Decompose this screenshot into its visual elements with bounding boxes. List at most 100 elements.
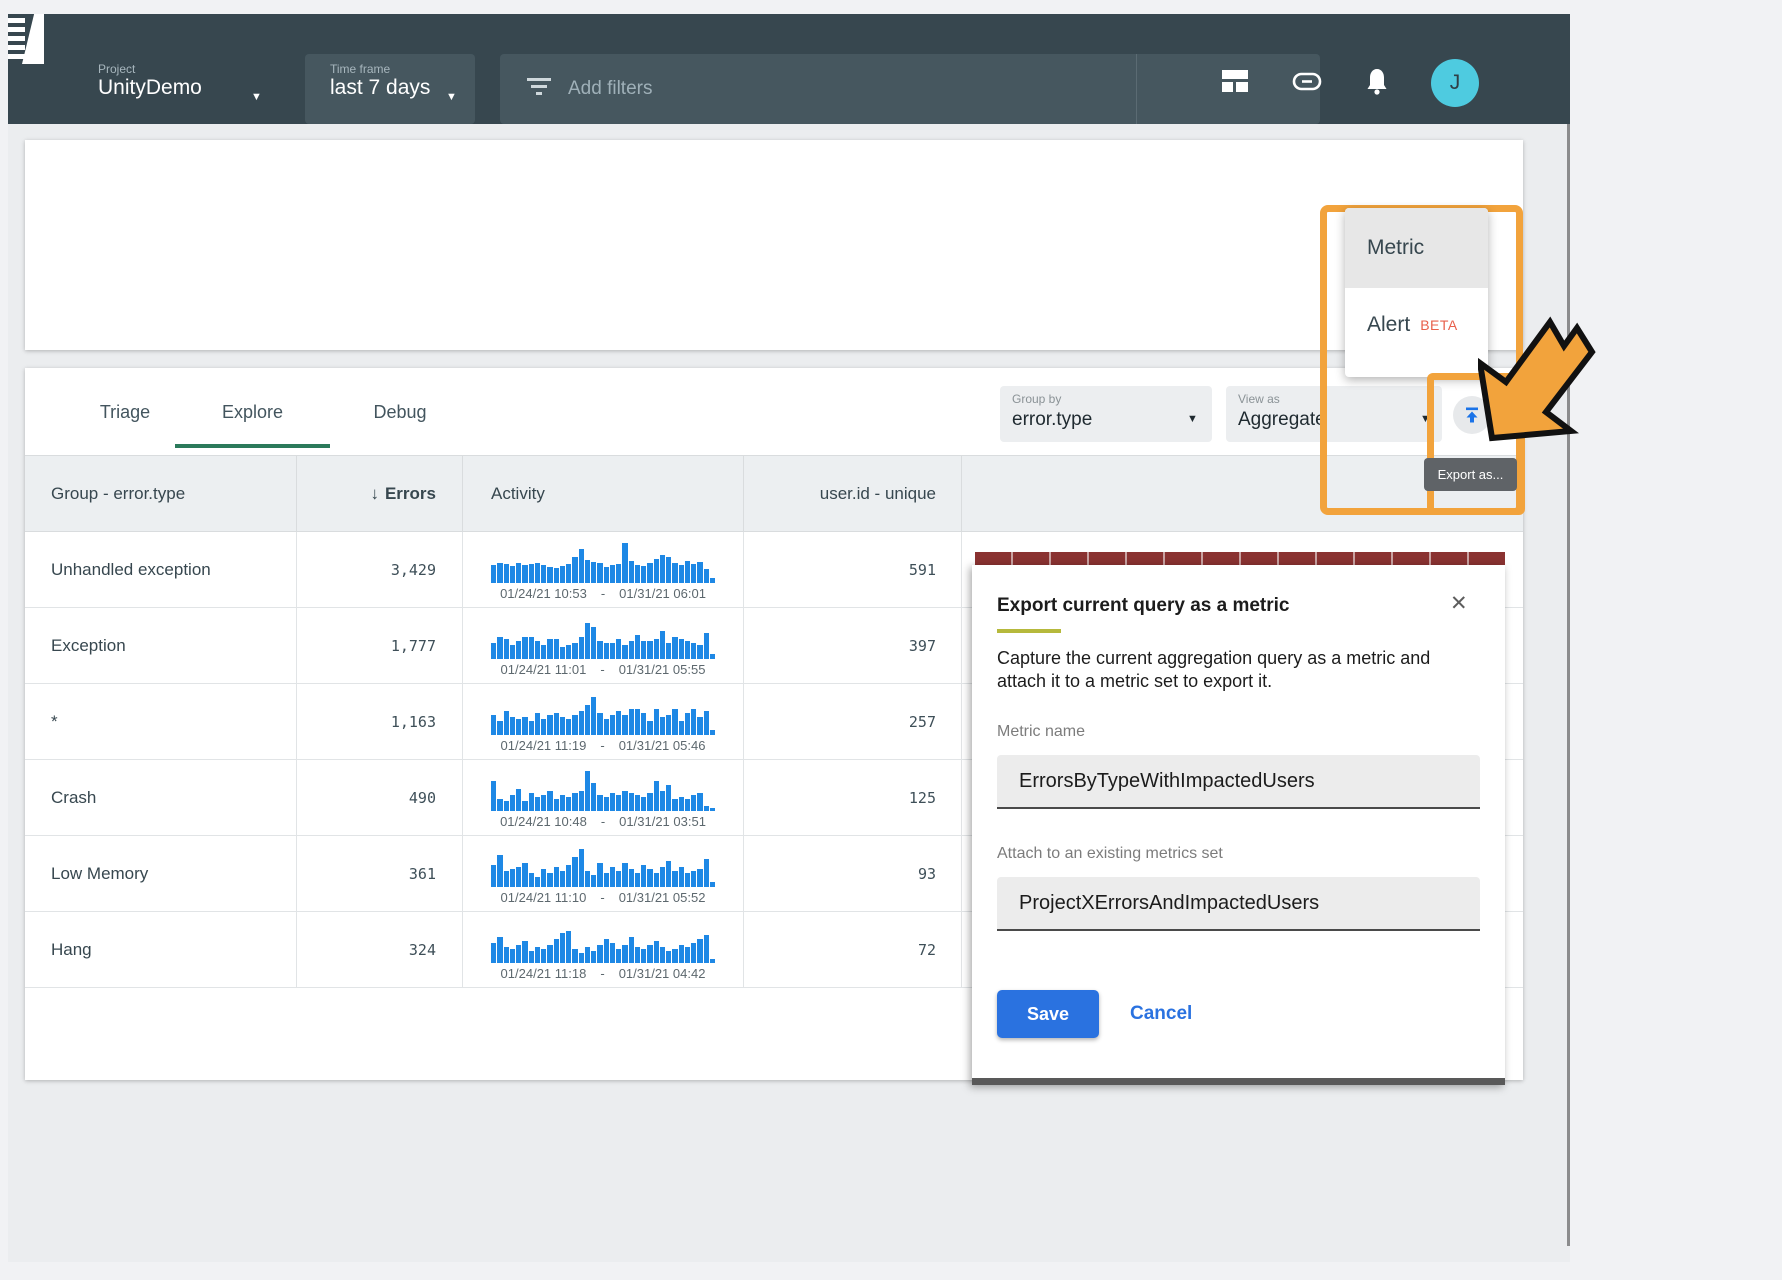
- timeframe-text: Time frame last 7 days: [330, 62, 430, 100]
- sparkline-bar: [616, 564, 621, 583]
- sparkline-bar: [647, 721, 652, 735]
- sparkline-bar: [541, 949, 546, 963]
- sparkline-bar: [510, 645, 515, 659]
- sparkline-bar: [491, 565, 496, 583]
- sparkline-bar: [554, 568, 559, 583]
- sparkline-bar: [647, 641, 652, 659]
- metric-name-field[interactable]: [997, 755, 1480, 809]
- sparkline-bar: [504, 871, 509, 887]
- sparkline-bar: [566, 564, 571, 583]
- sparkline-bar: [547, 567, 552, 583]
- sparkline-bar: [616, 639, 621, 659]
- errors-summary-card: [25, 140, 1523, 350]
- sparkline-bar: [616, 711, 621, 735]
- sparkline-bar: [622, 945, 627, 963]
- sparkline-bar: [647, 793, 652, 811]
- column-header-group[interactable]: Group - error.type: [25, 456, 297, 531]
- chevron-down-icon[interactable]: ▼: [251, 92, 262, 103]
- sparkline-bar: [597, 863, 602, 887]
- sparkline-bar: [704, 935, 709, 963]
- sort-desc-icon: ↓: [370, 484, 379, 504]
- tab-triage[interactable]: Triage: [75, 402, 175, 423]
- cell-errors: 490: [297, 760, 463, 835]
- sparkline-bar: [672, 637, 677, 659]
- dashboard-grid-icon[interactable]: [1220, 68, 1250, 94]
- sparkline-bar: [522, 941, 527, 963]
- sparkline-dates: 01/24/21 10:53-01/31/21 06:01: [500, 586, 706, 601]
- sparkline-bar: [604, 873, 609, 887]
- sparkline-bar: [610, 565, 615, 583]
- cell-users: 93: [744, 836, 962, 911]
- sparkline-bar: [679, 639, 684, 659]
- sparkline-dates: 01/24/21 10:48-01/31/21 03:51: [500, 814, 706, 829]
- cell-group: *: [25, 684, 297, 759]
- link-icon[interactable]: [1292, 68, 1322, 94]
- cell-errors: 1,163: [297, 684, 463, 759]
- sparkline-bar: [585, 560, 590, 583]
- sparkline-bar: [654, 873, 659, 887]
- cell-group: Exception: [25, 608, 297, 683]
- cell-activity: 01/24/21 11:01-01/31/21 05:55: [463, 608, 744, 683]
- backtrace-logo-icon[interactable]: [8, 14, 44, 64]
- sparkline-bar: [604, 939, 609, 963]
- avatar-initial: J: [1450, 71, 1461, 95]
- sparkline-bar: [560, 717, 565, 735]
- sparkline-bar: [622, 715, 627, 735]
- sparkline-bar: [572, 715, 577, 735]
- close-icon[interactable]: ✕: [1450, 591, 1468, 616]
- tab-explore[interactable]: Explore: [175, 402, 330, 423]
- sparkline-bar: [547, 873, 552, 887]
- chevron-down-icon[interactable]: ▼: [1187, 414, 1198, 425]
- sparkline-bar: [660, 555, 665, 583]
- sparkline-bar: [547, 715, 552, 735]
- sparkline-bar: [541, 645, 546, 659]
- add-filters-placeholder: Add filters: [568, 78, 652, 100]
- modal-title-underline: [997, 629, 1061, 633]
- activity-sparkline: [491, 843, 715, 887]
- attach-set-field[interactable]: [997, 877, 1480, 931]
- sparkline-bar: [547, 791, 552, 811]
- sparkline-bar: [654, 709, 659, 735]
- activity-sparkline: [491, 691, 715, 735]
- sparkline-bar: [704, 633, 709, 659]
- sparkline-bar: [691, 795, 696, 811]
- user-avatar[interactable]: J: [1431, 59, 1479, 107]
- project-value: UnityDemo: [98, 76, 202, 100]
- sparkline-bar: [666, 951, 671, 963]
- sparkline-bar: [529, 793, 534, 811]
- sparkline-bar: [629, 869, 634, 887]
- sparkline-bar: [529, 873, 534, 887]
- sparkline-bar: [579, 953, 584, 963]
- cell-group: Low Memory: [25, 836, 297, 911]
- notifications-bell-icon[interactable]: [1364, 68, 1390, 96]
- sparkline-bar: [585, 947, 590, 963]
- sparkline-bar: [635, 873, 640, 887]
- sparkline-bar: [691, 943, 696, 963]
- save-button[interactable]: Save: [997, 990, 1099, 1038]
- cell-activity: 01/24/21 11:18-01/31/21 04:42: [463, 912, 744, 987]
- sparkline-bar: [629, 641, 634, 659]
- sparkline-bar: [697, 645, 702, 659]
- chevron-down-icon[interactable]: ▼: [446, 92, 457, 103]
- menu-item-metric[interactable]: Metric: [1345, 208, 1488, 288]
- tutorial-arrow-icon: [1478, 306, 1618, 466]
- cell-group: Crash: [25, 760, 297, 835]
- active-tab-underline: [175, 444, 330, 448]
- column-header-activity[interactable]: Activity: [463, 456, 744, 531]
- sparkline-bar: [616, 949, 621, 963]
- group-by-label: Group by: [1012, 392, 1061, 406]
- sparkline-bar: [497, 937, 502, 963]
- project-selector[interactable]: Project UnityDemo: [98, 62, 202, 100]
- view-as-label: View as: [1238, 392, 1280, 406]
- tab-debug[interactable]: Debug: [330, 402, 470, 423]
- sparkline-bar: [597, 795, 602, 811]
- sparkline-bar: [504, 801, 509, 811]
- cancel-button[interactable]: Cancel: [1130, 1003, 1192, 1025]
- column-header-errors[interactable]: ↓ Errors: [297, 456, 463, 531]
- sparkline-bar: [629, 937, 634, 963]
- sparkline-bar: [685, 947, 690, 963]
- menu-item-alert[interactable]: Alert BETA: [1345, 288, 1488, 362]
- column-header-users[interactable]: user.id - unique: [744, 456, 962, 531]
- sparkline-bar: [572, 557, 577, 583]
- sparkline-bar: [710, 578, 715, 583]
